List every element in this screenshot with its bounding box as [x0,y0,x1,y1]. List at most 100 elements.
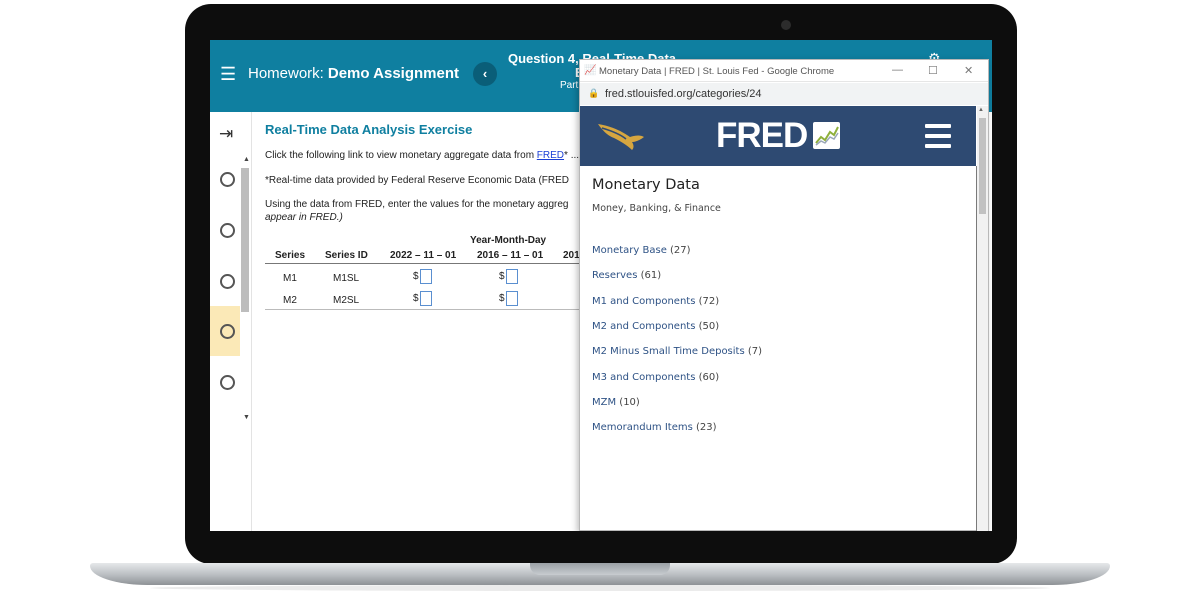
instruction-link-line: Click the following link to view monetar… [265,150,579,161]
category-name[interactable]: MZM [592,397,616,408]
category-link[interactable]: Reserves (61) [592,270,661,281]
category-count: (61) [640,270,662,281]
hamburger-icon[interactable]: ☰ [220,64,236,85]
category-link[interactable]: M3 and Components (60) [592,372,719,383]
col-header-date-3: 201 [563,250,580,261]
url-text[interactable]: fred.stlouisfed.org/categories/24 [605,88,762,100]
category-name[interactable]: M3 and Components [592,372,695,383]
instruction-text-tail: * ... [564,150,580,161]
menu-icon[interactable] [925,124,951,154]
scroll-up-arrow[interactable]: ▲ [243,156,250,163]
status-circle-icon [220,172,235,187]
homework-label: Homework: [248,65,324,82]
chrome-titlebar[interactable]: 📈 Monetary Data | FRED | St. Louis Fed -… [580,60,988,82]
scroll-up-arrow[interactable]: ▲ [978,107,984,113]
address-bar[interactable]: 🔒 fred.stlouisfed.org/categories/24 [580,83,988,105]
cell-series-id: M2SL [333,295,360,306]
instruction-line-2: appear in FRED.) [265,212,343,223]
category-name[interactable]: M2 and Components [592,321,695,332]
content-border [976,166,977,531]
question-sidebar: ⇥ ▲ ▼ [210,112,252,531]
question-nav-item-active[interactable] [210,306,240,356]
status-circle-icon [220,375,235,390]
col-header-series: Series [275,250,306,261]
scroll-down-arrow[interactable]: ▼ [243,414,250,421]
cell-series-id: M1SL [333,273,360,284]
instruction-line-1: Using the data from FRED, enter the valu… [265,199,569,210]
assignment-name: Demo Assignment [327,65,459,82]
category-count: (23) [695,422,717,433]
table-header-divider [265,263,585,264]
lock-icon: 🔒 [588,88,600,98]
col-header-date-1: 2022 – 11 – 01 [390,250,457,261]
assignment-title: Homework: Demo Assignment [248,65,459,82]
laptop-mockup: ☰ Homework: Demo Assignment ‹ Question 4,… [0,0,1200,600]
category-count: (7) [747,346,763,357]
page-scroll-thumb[interactable] [979,118,986,214]
col-header-date-2: 2016 – 11 – 01 [477,250,544,261]
cell-series: M2 [283,295,297,306]
fred-logo[interactable]: FRED [716,116,808,156]
answer-input[interactable] [420,291,432,306]
screen: ☰ Homework: Demo Assignment ‹ Question 4,… [210,40,992,531]
status-circle-icon [220,324,235,339]
category-count: (10) [619,397,640,408]
category-name[interactable]: Reserves [592,270,637,281]
cell-series: M1 [283,273,297,284]
col-header-series-id: Series ID [325,250,368,261]
instruction-paragraph: Using the data from FRED, enter the valu… [265,198,569,224]
breadcrumb[interactable]: Money, Banking, & Finance [592,203,721,214]
category-link[interactable]: MZM (10) [592,397,640,408]
answer-input[interactable] [506,291,518,306]
table-bottom-divider [265,309,585,310]
data-source-note: *Real-time data provided by Federal Rese… [265,175,570,186]
expand-panel-icon[interactable]: ⇥ [219,124,233,144]
category-count: (60) [698,372,720,383]
category-link[interactable]: Memorandum Items (23) [592,422,717,433]
eagle-logo-icon[interactable] [596,120,646,150]
exercise-content: Real-Time Data Analysis Exercise Click t… [265,112,585,442]
fred-header: FRED [580,106,976,166]
close-button[interactable]: ✕ [964,64,973,77]
status-circle-icon [220,274,235,289]
category-name[interactable]: Memorandum Items [592,422,693,433]
dollar-sign: $ [499,293,505,304]
dollar-sign: $ [499,271,505,282]
question-nav-item[interactable] [210,154,240,204]
laptop-shadow [150,585,1050,591]
laptop-notch [530,563,670,575]
page-title: Monetary Data [592,177,700,193]
category-count: (50) [698,321,720,332]
window-title: Monetary Data | FRED | St. Louis Fed - G… [599,66,835,77]
question-nav-item[interactable] [210,357,240,407]
category-link[interactable]: Monetary Base (27) [592,245,691,256]
category-link[interactable]: M1 and Components (72) [592,296,719,307]
category-name[interactable]: Monetary Base [592,245,667,256]
previous-question-button[interactable]: ‹ [473,62,497,86]
chrome-popup-window: 📈 Monetary Data | FRED | St. Louis Fed -… [579,59,989,531]
answer-input[interactable] [506,269,518,284]
category-name[interactable]: M2 Minus Small Time Deposits [592,346,745,357]
question-nav-item[interactable] [210,256,240,306]
webcam [781,20,791,30]
category-link[interactable]: M2 and Components (50) [592,321,719,332]
sidebar-scrollbar[interactable] [241,168,249,312]
category-count: (27) [670,245,691,256]
status-circle-icon [220,223,235,238]
instruction-text: Click the following link to view monetar… [265,150,537,161]
minimize-button[interactable]: — [892,64,903,76]
category-name[interactable]: M1 and Components [592,296,695,307]
fred-link[interactable]: FRED [537,150,564,161]
dollar-sign: $ [413,271,419,282]
answer-input[interactable] [420,269,432,284]
fred-favicon-icon: 📈 [584,65,597,76]
category-link[interactable]: M2 Minus Small Time Deposits (7) [592,346,762,357]
date-group-header: Year-Month-Day [470,235,547,246]
question-part: Part [560,80,579,91]
fred-category-page: Monetary Data Money, Banking, & Finance … [580,166,976,531]
question-nav-item[interactable] [210,205,240,255]
dollar-sign: $ [413,293,419,304]
fred-graph-icon [813,122,840,149]
maximize-button[interactable]: ☐ [928,64,938,77]
exercise-title: Real-Time Data Analysis Exercise [265,122,473,137]
